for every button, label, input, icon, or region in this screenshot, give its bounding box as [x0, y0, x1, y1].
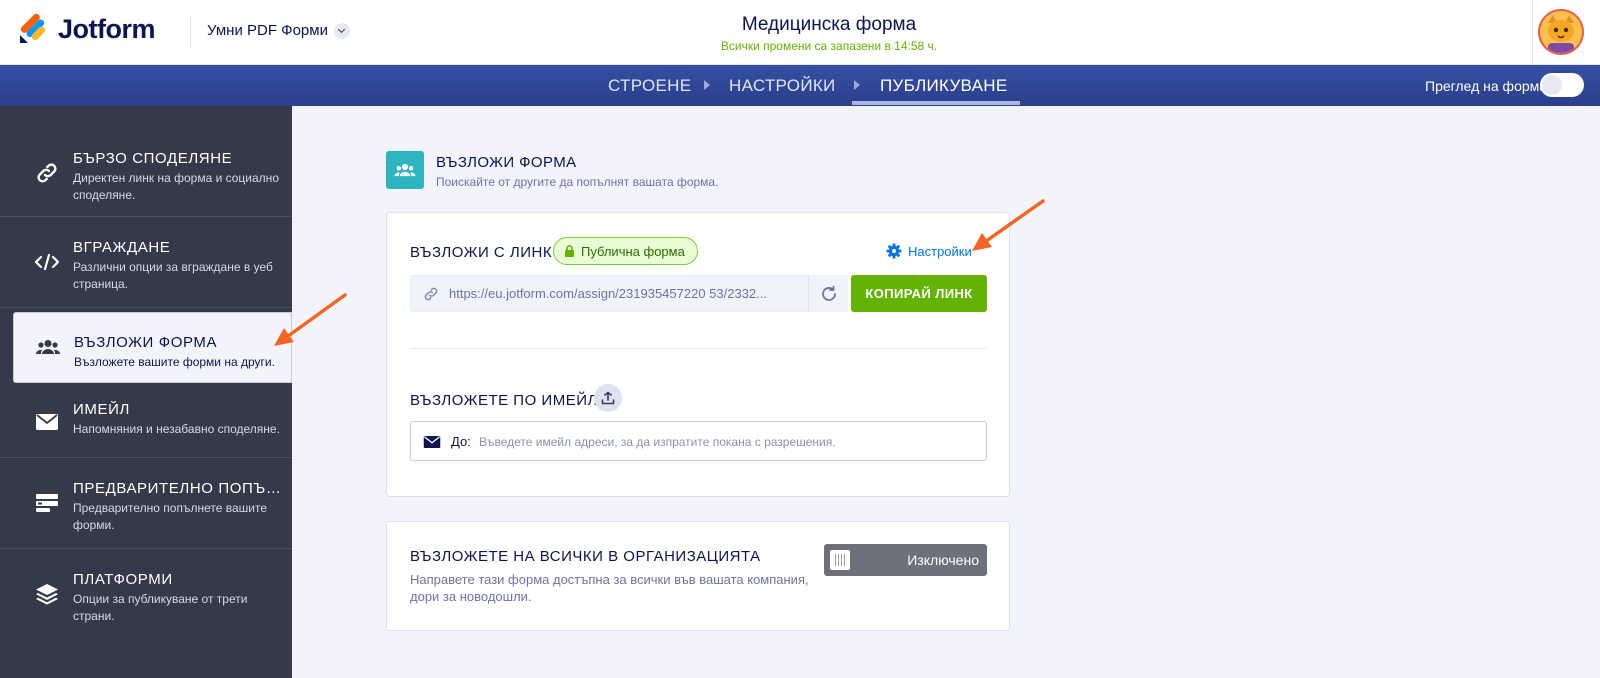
link-icon	[34, 160, 60, 186]
sidebar-item-desc: Предварително попълнете вашите форми.	[73, 501, 267, 532]
sidebar-item-desc: Възложете вашите форми на други.	[74, 355, 275, 369]
layers-icon	[34, 581, 60, 607]
top-header: Jotform Умни PDF Форми Медицинска форма …	[0, 0, 1600, 65]
sidebar-item-desc: Различни опции за вграждане в уеб страни…	[73, 260, 273, 291]
tab-publish[interactable]: ПУБЛИКУВАНЕ	[880, 76, 1007, 96]
tab-settings[interactable]: НАСТРОЙКИ	[729, 76, 836, 96]
avatar[interactable]	[1538, 9, 1584, 55]
sidebar-item-desc: Опции за публикуване от трети страни.	[73, 592, 248, 623]
sidebar-item-embed[interactable]: ВГРАЖДАНЕ Различни опции за вграждане в …	[0, 217, 292, 308]
public-form-badge-label: Публична форма	[581, 243, 685, 259]
copy-link-button[interactable]: КОПИРАЙ ЛИНК	[851, 275, 987, 312]
sidebar-item-prefill[interactable]: ПРЕДВАРИТЕЛНО ПОПЪЛ... Предварително поп…	[0, 458, 292, 549]
form-preview-toggle[interactable]	[1540, 73, 1584, 97]
sidebar-item-desc: Напомняния и незабавно споделяне.	[73, 422, 280, 436]
form-title[interactable]: Медицинска форма	[0, 14, 1600, 36]
sidebar-item-email[interactable]: ИМЕЙЛ Напомняния и незабавно споделяне.	[0, 386, 292, 458]
email-input[interactable]: До: Въведете имейл адреси, за да изпрати…	[410, 421, 987, 461]
lock-icon	[565, 245, 574, 257]
gear-icon	[886, 243, 902, 259]
assign-card: ВЪЗЛОЖИ С ЛИНК Публична форма Настройки …	[386, 212, 1010, 497]
sidebar-item-title: ПРЕДВАРИТЕЛНО ПОПЪЛ...	[73, 480, 283, 497]
assign-org-card: ВЪЗЛОЖЕТЕ НА ВСИЧКИ В ОРГАНИЗАЦИЯТА Напр…	[386, 521, 1010, 631]
refresh-icon	[821, 285, 836, 301]
assign-org-toggle[interactable]: Изключено	[824, 544, 987, 576]
sidebar-item-desc: Директен линк на форма и социално сподел…	[73, 171, 279, 202]
sidebar-item-title: ПЛАТФОРМИ	[73, 571, 173, 588]
section-title: ВЪЗЛОЖИ ФОРМА	[436, 154, 577, 171]
sidebar-item-platforms[interactable]: ПЛАТФОРМИ Опции за публикуване от трети …	[0, 549, 292, 640]
avatar-container	[1532, 0, 1600, 65]
sidebar-item-title: ВЪЗЛОЖИ ФОРМА	[74, 334, 218, 351]
sidebar-item-title: ИМЕЙЛ	[73, 401, 130, 418]
assign-link-label: ВЪЗЛОЖИ С ЛИНК	[410, 244, 553, 261]
link-icon	[424, 287, 438, 301]
email-to-label: До:	[451, 434, 471, 449]
form-preview-label: Преглед на форма	[1425, 78, 1548, 94]
card-divider	[410, 348, 987, 349]
upload-emails-button[interactable]	[594, 384, 622, 412]
upload-icon	[601, 391, 615, 405]
active-tab-underline	[852, 101, 1020, 105]
link-settings-label: Настройки	[908, 243, 972, 259]
sidebar-item-title: ВГРАЖДАНЕ	[73, 239, 171, 256]
nav-arrow-icon	[854, 80, 860, 90]
avatar-cat-icon	[1540, 11, 1582, 53]
envelope-icon	[34, 409, 60, 435]
toggle-knob	[830, 550, 850, 570]
annotation-arrow-icon	[972, 199, 1045, 251]
envelope-icon	[423, 436, 441, 448]
sidebar-item-assign-form[interactable]: ВЪЗЛОЖИ ФОРМА Възложете вашите форми на …	[13, 312, 292, 383]
assign-org-toggle-label: Изключено	[907, 552, 979, 568]
code-icon	[34, 249, 60, 275]
nav-arrow-icon	[704, 80, 710, 90]
publish-sidebar: БЪРЗО СПОДЕЛЯНЕ Директен линк на форма и…	[0, 106, 292, 678]
public-form-badge[interactable]: Публична форма	[553, 237, 698, 265]
sidebar-item-title: БЪРЗО СПОДЕЛЯНЕ	[73, 150, 233, 167]
tab-build[interactable]: СТРОЕНЕ	[608, 76, 691, 96]
form-url-field[interactable]: https://eu.jotform.com/assign/2319354572…	[410, 275, 832, 312]
sidebar-item-quick-share[interactable]: БЪРЗО СПОДЕЛЯНЕ Директен линк на форма и…	[0, 106, 292, 217]
assign-email-label: ВЪЗЛОЖЕТЕ ПО ИМЕЙЛ	[410, 392, 598, 409]
builder-navbar: СТРОЕНЕ НАСТРОЙКИ ПУБЛИКУВАНЕ Преглед на…	[0, 65, 1600, 106]
prefill-icon	[34, 490, 60, 516]
form-url-text: https://eu.jotform.com/assign/2319354572…	[449, 286, 767, 301]
save-status: Всички промени са запазени в 14:58 ч.	[720, 39, 938, 53]
users-icon	[386, 151, 424, 189]
users-icon	[35, 334, 61, 360]
assign-org-desc: Направете тази форма достъпна за всички …	[410, 572, 809, 604]
link-settings-button[interactable]: Настройки	[886, 243, 972, 259]
section-subtitle: Поискайте от другите да попълнят вашата …	[436, 175, 719, 189]
assign-org-label: ВЪЗЛОЖЕТЕ НА ВСИЧКИ В ОРГАНИЗАЦИЯТА	[410, 548, 761, 565]
annotation-arrow-icon	[274, 293, 347, 346]
regenerate-link-button[interactable]	[808, 275, 848, 312]
email-placeholder: Въведете имейл адреси, за да изпратите п…	[479, 435, 836, 449]
